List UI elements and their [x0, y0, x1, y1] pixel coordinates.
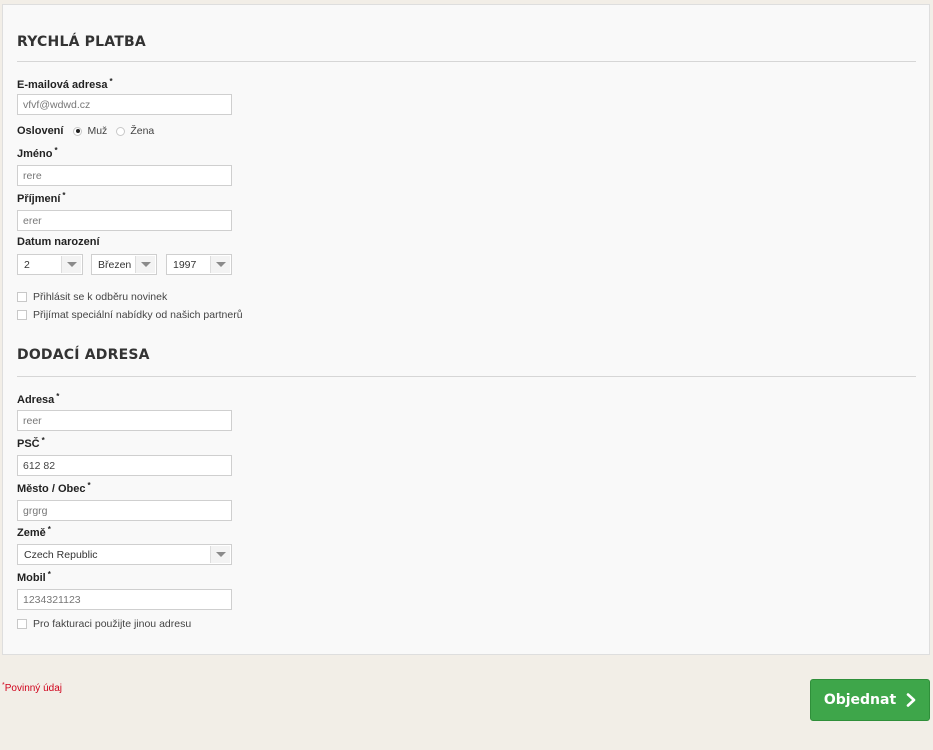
birth-day-value: 2 [24, 259, 30, 271]
city-field[interactable] [17, 500, 232, 521]
required-mark: * [56, 392, 60, 401]
billing-checkbox[interactable] [17, 619, 27, 629]
newsletter-checkbox[interactable] [17, 292, 27, 302]
chevron-right-icon [906, 693, 916, 707]
divider [17, 376, 916, 377]
required-mark: * [41, 436, 45, 445]
checkout-form-panel: RYCHLÁ PLATBA E-mailová adresa* Oslovení… [2, 4, 930, 655]
salutation-female-label: Žena [130, 125, 155, 137]
partners-label: Přijímat speciální nabídky od našich par… [33, 309, 243, 321]
required-mark: * [47, 570, 51, 579]
salutation-radio-male[interactable] [73, 126, 83, 136]
billing-label: Pro fakturaci použijte jinou adresu [33, 618, 192, 630]
mobile-label: Mobil * [17, 570, 51, 584]
section-title-quick-payment: RYCHLÁ PLATBA [17, 34, 146, 50]
section-title-delivery: DODACÍ ADRESA [17, 347, 150, 363]
email-label: E-mailová adresa * [17, 77, 113, 91]
city-label: Město / Obec * [17, 481, 91, 495]
address-label: Adresa * [17, 392, 60, 406]
divider [17, 61, 916, 62]
newsletter-label: Přihlásit se k odběru novinek [33, 291, 168, 303]
chevron-down-icon [210, 256, 230, 273]
birth-year-select[interactable]: 1997 [166, 254, 232, 275]
salutation-male-label: Muž [87, 125, 108, 137]
salutation-group: Oslovení Muž Žena [17, 124, 163, 138]
zip-label: PSČ * [17, 436, 45, 450]
birth-month-value: Březen [98, 259, 132, 271]
birth-date-label: Datum narození [17, 236, 100, 248]
salutation-radio-female[interactable] [116, 126, 126, 136]
email-field[interactable] [17, 94, 232, 115]
birth-year-value: 1997 [173, 259, 197, 271]
first-name-label: Jméno * [17, 146, 58, 160]
required-field-note: *Povinný údaj [2, 682, 62, 694]
country-value: Czech Republic [24, 549, 98, 561]
required-mark: * [47, 525, 51, 534]
country-select[interactable]: Czech Republic [17, 544, 232, 565]
chevron-down-icon [210, 546, 230, 563]
last-name-field[interactable] [17, 210, 232, 231]
order-button[interactable]: Objednat [810, 679, 930, 721]
partners-checkbox[interactable] [17, 310, 27, 320]
order-button-label: Objednat [823, 692, 897, 708]
zip-field[interactable] [17, 455, 232, 476]
required-mark: * [54, 146, 58, 155]
address-field[interactable] [17, 410, 232, 431]
mobile-field[interactable] [17, 589, 232, 610]
chevron-down-icon [61, 256, 81, 273]
birth-month-select[interactable]: Březen [91, 254, 157, 275]
last-name-label: Příjmení * [17, 191, 66, 205]
required-mark: * [87, 481, 91, 490]
partners-option[interactable]: Přijímat speciální nabídky od našich par… [17, 308, 243, 322]
newsletter-option[interactable]: Přihlásit se k odběru novinek [17, 290, 167, 304]
required-mark: * [62, 191, 66, 200]
required-mark: * [109, 77, 113, 86]
chevron-down-icon [135, 256, 155, 273]
country-label: Země * [17, 525, 51, 539]
salutation-label: Oslovení [17, 125, 64, 137]
first-name-field[interactable] [17, 165, 232, 186]
birth-day-select[interactable]: 2 [17, 254, 83, 275]
billing-option[interactable]: Pro fakturaci použijte jinou adresu [17, 617, 191, 631]
